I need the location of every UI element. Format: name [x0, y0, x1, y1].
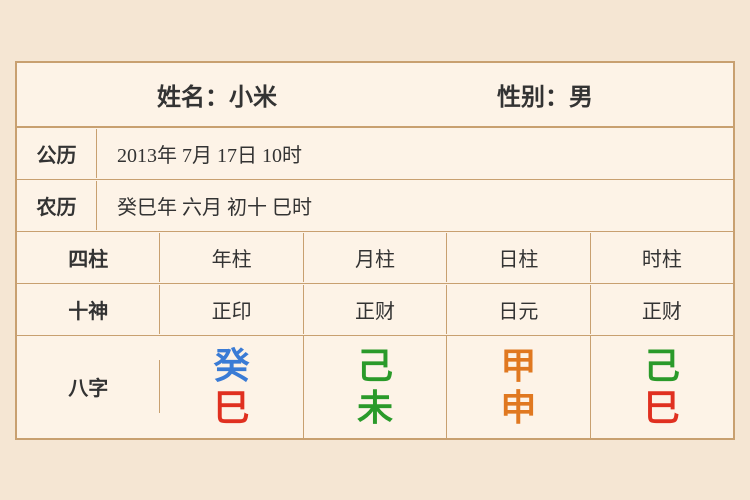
col-year: 年柱: [160, 233, 303, 282]
shishen-hour: 正财: [591, 285, 733, 334]
col-hour: 时柱: [591, 233, 733, 282]
shishen-year: 正印: [160, 285, 303, 334]
columns-header-label: 四柱: [17, 233, 160, 282]
bazhi-hour: 己 巳: [591, 336, 733, 438]
bazhi-hour-bottom: 巳: [644, 390, 680, 426]
lunar-label: 农历: [17, 181, 97, 230]
lunar-row: 农历 癸巳年 六月 初十 巳时: [17, 180, 733, 232]
bazhi-hour-top: 己: [644, 348, 680, 384]
name-label: 姓名：小米: [157, 77, 277, 112]
bazhi-day-top: 甲: [500, 348, 536, 384]
bazhi-year: 癸 巳: [160, 336, 303, 438]
shishen-label: 十神: [17, 285, 160, 334]
bazhi-month-top: 己: [357, 348, 393, 384]
bazhi-row: 八字 癸 巳 己 未 甲 申 己 巳: [17, 336, 733, 438]
shishen-day: 日元: [447, 285, 590, 334]
gender-label: 性别：男: [497, 77, 593, 112]
col-month: 月柱: [304, 233, 447, 282]
main-container: 姓名：小米 性别：男 公历 2013年 7月 17日 10时 农历 癸巳年 六月…: [15, 61, 735, 440]
columns-header-row: 四柱 年柱 月柱 日柱 时柱: [17, 232, 733, 284]
header-row: 姓名：小米 性别：男: [17, 63, 733, 128]
bazhi-day: 甲 申: [447, 336, 590, 438]
bazhi-month: 己 未: [304, 336, 447, 438]
bazhi-label: 八字: [17, 360, 160, 413]
shishen-row: 十神 正印 正财 日元 正财: [17, 284, 733, 336]
solar-value: 2013年 7月 17日 10时: [97, 129, 733, 178]
solar-label: 公历: [17, 129, 97, 178]
lunar-value: 癸巳年 六月 初十 巳时: [97, 181, 733, 230]
bazhi-year-bottom: 巳: [214, 390, 250, 426]
shishen-month: 正财: [304, 285, 447, 334]
bazhi-month-bottom: 未: [357, 390, 393, 426]
col-day: 日柱: [447, 233, 590, 282]
bazhi-year-top: 癸: [214, 348, 250, 384]
solar-row: 公历 2013年 7月 17日 10时: [17, 128, 733, 180]
bazhi-day-bottom: 申: [500, 390, 536, 426]
